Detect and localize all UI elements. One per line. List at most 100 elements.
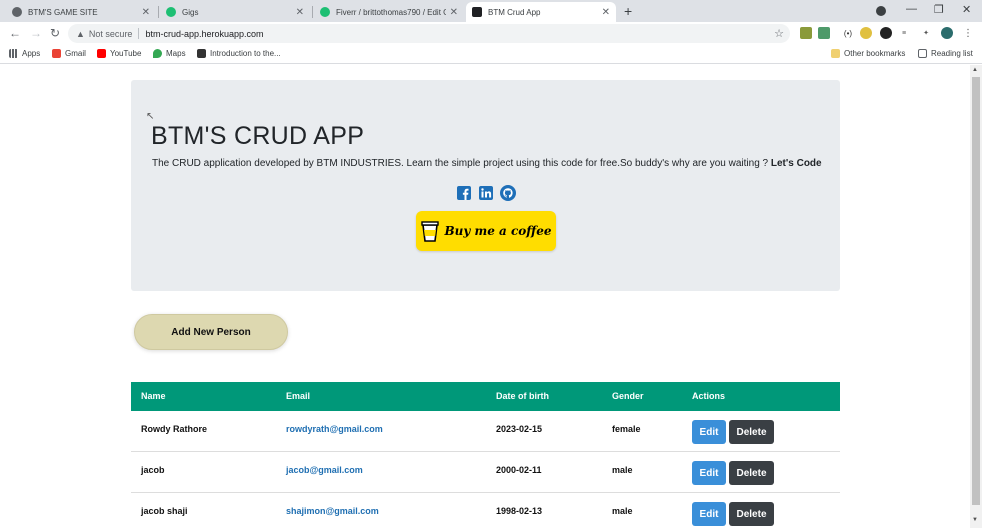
scrollbar-thumb[interactable] bbox=[972, 77, 980, 505]
page-title: BTM'S CRUD APP bbox=[151, 122, 365, 150]
header-gender: Gender bbox=[612, 391, 644, 401]
buy-me-a-coffee-button[interactable]: Buy me a coffee bbox=[416, 211, 556, 251]
cell-gender: male bbox=[612, 465, 633, 475]
table-row: jacob shaji shajimon@gmail.com 1998-02-1… bbox=[131, 493, 840, 528]
github-icon[interactable] bbox=[500, 185, 516, 201]
close-icon[interactable]: ✕ bbox=[296, 7, 304, 18]
omnibox-divider bbox=[138, 28, 140, 39]
mouse-cursor-icon: ↖ bbox=[146, 111, 155, 122]
restore-icon[interactable]: ❐ bbox=[934, 3, 944, 16]
extension-icon[interactable]: (•) bbox=[842, 27, 854, 39]
header-dob: Date of birth bbox=[496, 391, 549, 401]
coffee-cup-icon bbox=[420, 221, 439, 242]
apps-grid-icon bbox=[9, 49, 18, 58]
cell-gender: female bbox=[612, 424, 641, 434]
tab-title: BTM Crud App bbox=[488, 7, 541, 17]
intro-text: The CRUD application developed by BTM IN… bbox=[152, 158, 822, 169]
fiverr-icon bbox=[166, 7, 176, 17]
tab-search-icon[interactable] bbox=[876, 6, 886, 16]
bookmark-label: Gmail bbox=[65, 49, 86, 58]
table-row: jacob jacob@gmail.com 2000-02-11 male Ed… bbox=[131, 452, 840, 493]
linkedin-icon[interactable] bbox=[479, 186, 493, 200]
page-content: BTM'S CRUD APP The CRUD application deve… bbox=[0, 65, 970, 528]
security-label[interactable]: Not secure bbox=[89, 29, 133, 39]
cell-name: jacob shaji bbox=[141, 506, 188, 516]
warning-icon[interactable]: ▲ bbox=[76, 29, 85, 39]
cell-email[interactable]: jacob@gmail.com bbox=[286, 465, 363, 475]
coffee-label: Buy me a coffee bbox=[444, 224, 552, 238]
reading-list[interactable]: Reading list bbox=[918, 49, 973, 58]
globe-icon bbox=[12, 7, 22, 17]
reading-list-icon bbox=[918, 49, 927, 58]
bookmark-gmail[interactable]: Gmail bbox=[52, 49, 86, 58]
edit-button[interactable]: Edit bbox=[692, 502, 726, 526]
bookmark-label: YouTube bbox=[110, 49, 142, 58]
bookmark-star-icon[interactable]: ☆ bbox=[774, 27, 784, 40]
delete-button[interactable]: Delete bbox=[729, 502, 774, 526]
extension-icon[interactable] bbox=[860, 27, 872, 39]
intro-bold: Let's Code bbox=[770, 158, 822, 169]
scroll-up-icon[interactable]: ▲ bbox=[972, 67, 978, 73]
cell-email[interactable]: shajimon@gmail.com bbox=[286, 506, 379, 516]
bookmark-maps[interactable]: Maps bbox=[153, 49, 186, 58]
cell-dob: 2023-02-15 bbox=[496, 424, 543, 434]
tab-divider bbox=[312, 6, 313, 18]
maps-icon bbox=[153, 49, 162, 58]
edit-button[interactable]: Edit bbox=[692, 420, 726, 444]
extension-icon[interactable] bbox=[818, 27, 830, 39]
tab-title: Gigs bbox=[182, 7, 199, 17]
folder-icon bbox=[831, 49, 840, 58]
youtube-icon bbox=[97, 49, 106, 58]
bookmark-page-icon bbox=[197, 49, 206, 58]
cell-name: Rowdy Rathore bbox=[141, 424, 208, 434]
back-icon[interactable]: ← bbox=[9, 26, 21, 40]
forward-icon[interactable]: → bbox=[30, 26, 42, 40]
tab-title: BTM'S GAME SITE bbox=[28, 7, 98, 17]
table-header: Name Email Date of birth Gender Actions bbox=[131, 382, 840, 411]
intro-description: The CRUD application developed by BTM IN… bbox=[152, 158, 769, 169]
tab-divider bbox=[158, 6, 159, 18]
fiverr-icon bbox=[320, 7, 330, 17]
close-icon[interactable]: ✕ bbox=[450, 7, 458, 18]
tab-btm-game-site[interactable]: BTM'S GAME SITE ✕ bbox=[6, 2, 156, 22]
page-scrollbar[interactable]: ▲ ▼ bbox=[970, 65, 982, 528]
avatar[interactable] bbox=[941, 27, 953, 39]
close-window-icon[interactable]: ✕ bbox=[962, 3, 971, 16]
tab-strip: BTM'S GAME SITE ✕ Gigs ✕ Fiverr / britto… bbox=[0, 0, 982, 22]
cell-dob: 1998-02-13 bbox=[496, 506, 543, 516]
header-email: Email bbox=[286, 391, 311, 401]
menu-icon[interactable]: ⋮ bbox=[962, 27, 974, 39]
persons-table: Name Email Date of birth Gender Actions … bbox=[131, 382, 840, 528]
bookmark-youtube[interactable]: YouTube bbox=[97, 49, 141, 58]
add-new-person-button[interactable]: Add New Person bbox=[134, 314, 288, 350]
minimize-icon[interactable]: — bbox=[906, 3, 917, 15]
browser-toolbar: ← → ↻ ▲ Not secure btm-crud-app.herokuap… bbox=[0, 22, 982, 45]
cell-dob: 2000-02-11 bbox=[496, 465, 542, 475]
delete-button[interactable]: Delete bbox=[729, 461, 774, 485]
address-bar[interactable]: ▲ Not secure btm-crud-app.herokuapp.com … bbox=[68, 24, 790, 43]
puzzle-icon[interactable]: ✦ bbox=[920, 27, 932, 39]
new-tab-button[interactable]: + bbox=[624, 3, 632, 19]
other-bookmarks-label: Other bookmarks bbox=[844, 49, 906, 58]
url-text[interactable]: btm-crud-app.herokuapp.com bbox=[145, 29, 263, 39]
tab-title: Fiverr / brittothomas790 / Edit Gi bbox=[336, 7, 446, 17]
extension-icon[interactable] bbox=[800, 27, 812, 39]
tab-gigs[interactable]: Gigs ✕ bbox=[160, 2, 310, 22]
reload-icon[interactable]: ↻ bbox=[50, 26, 60, 40]
cell-gender: male bbox=[612, 506, 633, 516]
edit-button[interactable]: Edit bbox=[692, 461, 726, 485]
delete-button[interactable]: Delete bbox=[729, 420, 774, 444]
bookmark-introduction[interactable]: Introduction to the... bbox=[197, 49, 281, 58]
close-icon[interactable]: ✕ bbox=[142, 7, 150, 18]
close-icon[interactable]: ✕ bbox=[602, 7, 610, 18]
other-bookmarks[interactable]: Other bookmarks bbox=[831, 49, 905, 58]
facebook-icon[interactable] bbox=[457, 186, 471, 200]
extension-icon[interactable]: ≡ bbox=[898, 27, 910, 39]
cell-email[interactable]: rowdyrath@gmail.com bbox=[286, 424, 383, 434]
scroll-down-icon[interactable]: ▼ bbox=[972, 517, 978, 523]
tab-fiverr-edit[interactable]: Fiverr / brittothomas790 / Edit Gi ✕ bbox=[314, 2, 464, 22]
tab-btm-crud-app[interactable]: BTM Crud App ✕ bbox=[466, 2, 616, 22]
extension-icon[interactable] bbox=[880, 27, 892, 39]
bookmark-apps[interactable]: Apps bbox=[9, 49, 40, 58]
table-row: Rowdy Rathore rowdyrath@gmail.com 2023-0… bbox=[131, 411, 840, 452]
